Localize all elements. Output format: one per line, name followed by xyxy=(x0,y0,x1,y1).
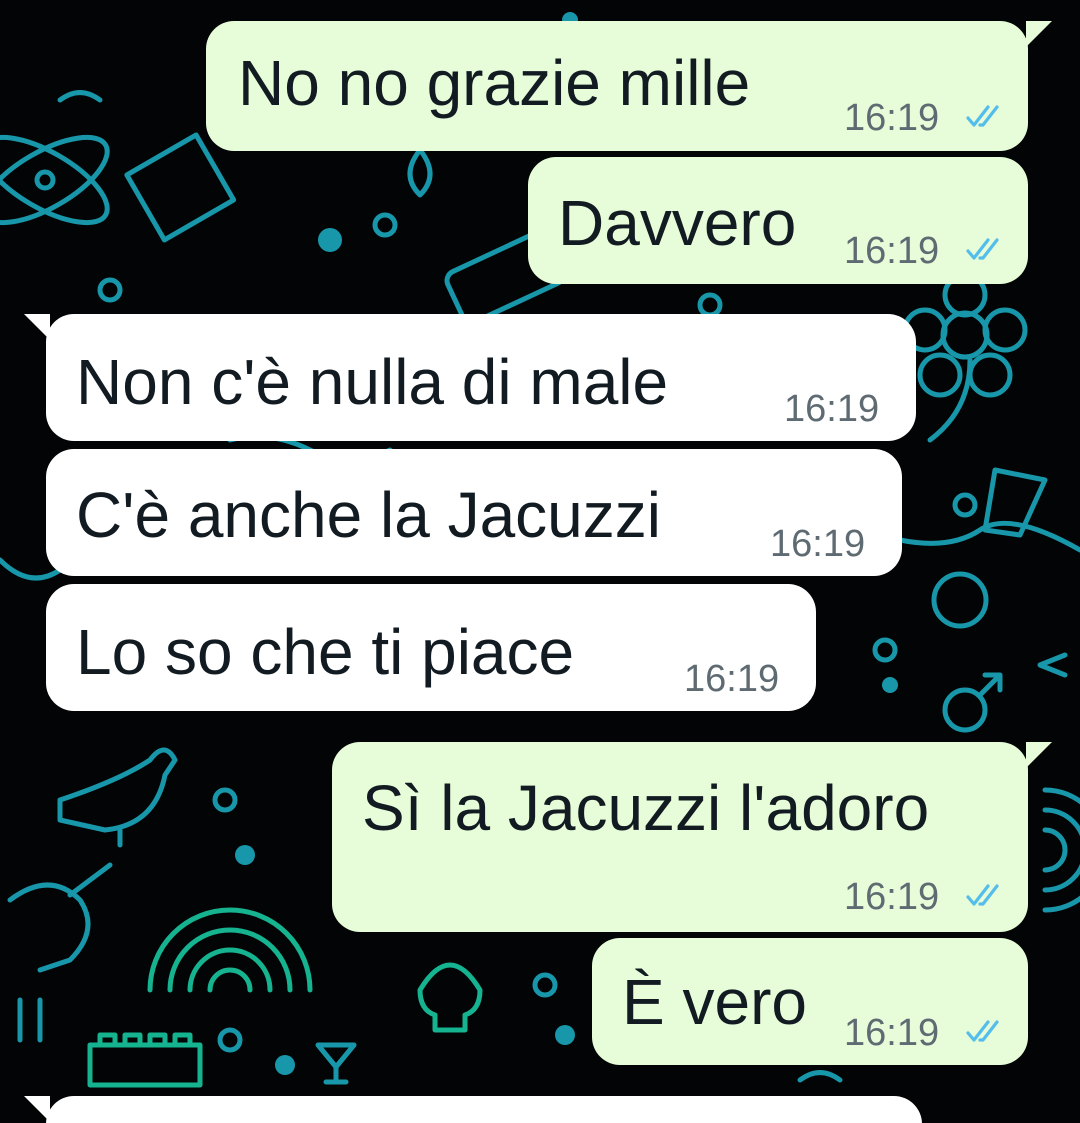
message-bubble-outgoing[interactable]: È vero 16:19 xyxy=(592,938,1028,1065)
message-text: È vero xyxy=(622,966,807,1038)
github-icon xyxy=(931,571,989,629)
message-text: Davvero xyxy=(558,187,797,259)
double-check-read-icon xyxy=(966,238,999,260)
window-icon xyxy=(124,132,237,243)
message-time: 16:19 xyxy=(844,876,940,918)
message-bubble-incoming[interactable]: Lo so che ti piace 16:19 xyxy=(46,584,816,711)
message-text: Lo so che ti piace xyxy=(76,616,575,688)
atom-icon xyxy=(0,134,110,226)
message-text: No no grazie mille xyxy=(238,47,751,119)
message-text: C'è anche la Jacuzzi xyxy=(76,479,661,551)
unicorn-icon xyxy=(7,862,113,1043)
cocktail-icon xyxy=(315,1042,357,1085)
message-bubble-incoming-partial[interactable] xyxy=(46,1096,922,1123)
message-time: 16:19 xyxy=(684,658,780,700)
message-time: 16:19 xyxy=(844,1012,940,1054)
double-check-read-icon xyxy=(966,1020,999,1042)
flower-icon xyxy=(902,272,1028,443)
double-check-read-icon xyxy=(966,105,999,127)
rainbow-icon xyxy=(147,907,313,993)
message-time: 16:19 xyxy=(770,523,866,565)
chat-view: No no grazie mille 16:19 Davvero 16:19 N… xyxy=(0,0,1080,1123)
message-text: Non c'è nulla di male xyxy=(76,346,669,418)
bubble-tail xyxy=(1026,742,1052,768)
message-time: 16:19 xyxy=(844,230,940,272)
message-text: Sì la Jacuzzi l'adoro xyxy=(362,772,930,844)
bubble-tail xyxy=(1026,21,1052,47)
male-symbol-icon xyxy=(942,672,1003,733)
message-bubble-outgoing[interactable]: No no grazie mille 16:19 xyxy=(206,21,1028,151)
message-bubble-incoming[interactable]: C'è anche la Jacuzzi 16:19 xyxy=(46,449,902,576)
message-bubble-outgoing[interactable]: Sì la Jacuzzi l'adoro 16:19 xyxy=(332,742,1028,932)
message-time: 16:19 xyxy=(784,388,880,430)
message-time: 16:19 xyxy=(844,97,940,139)
skull-icon xyxy=(417,962,483,1033)
bird-icon xyxy=(57,747,178,848)
lego-brick-icon xyxy=(87,1032,203,1088)
double-check-read-icon xyxy=(966,884,999,906)
message-bubble-outgoing[interactable]: Davvero 16:19 xyxy=(528,157,1028,284)
rainbow-right-icon xyxy=(1042,787,1080,913)
message-bubble-incoming[interactable]: Non c'è nulla di male 16:19 xyxy=(46,314,916,441)
